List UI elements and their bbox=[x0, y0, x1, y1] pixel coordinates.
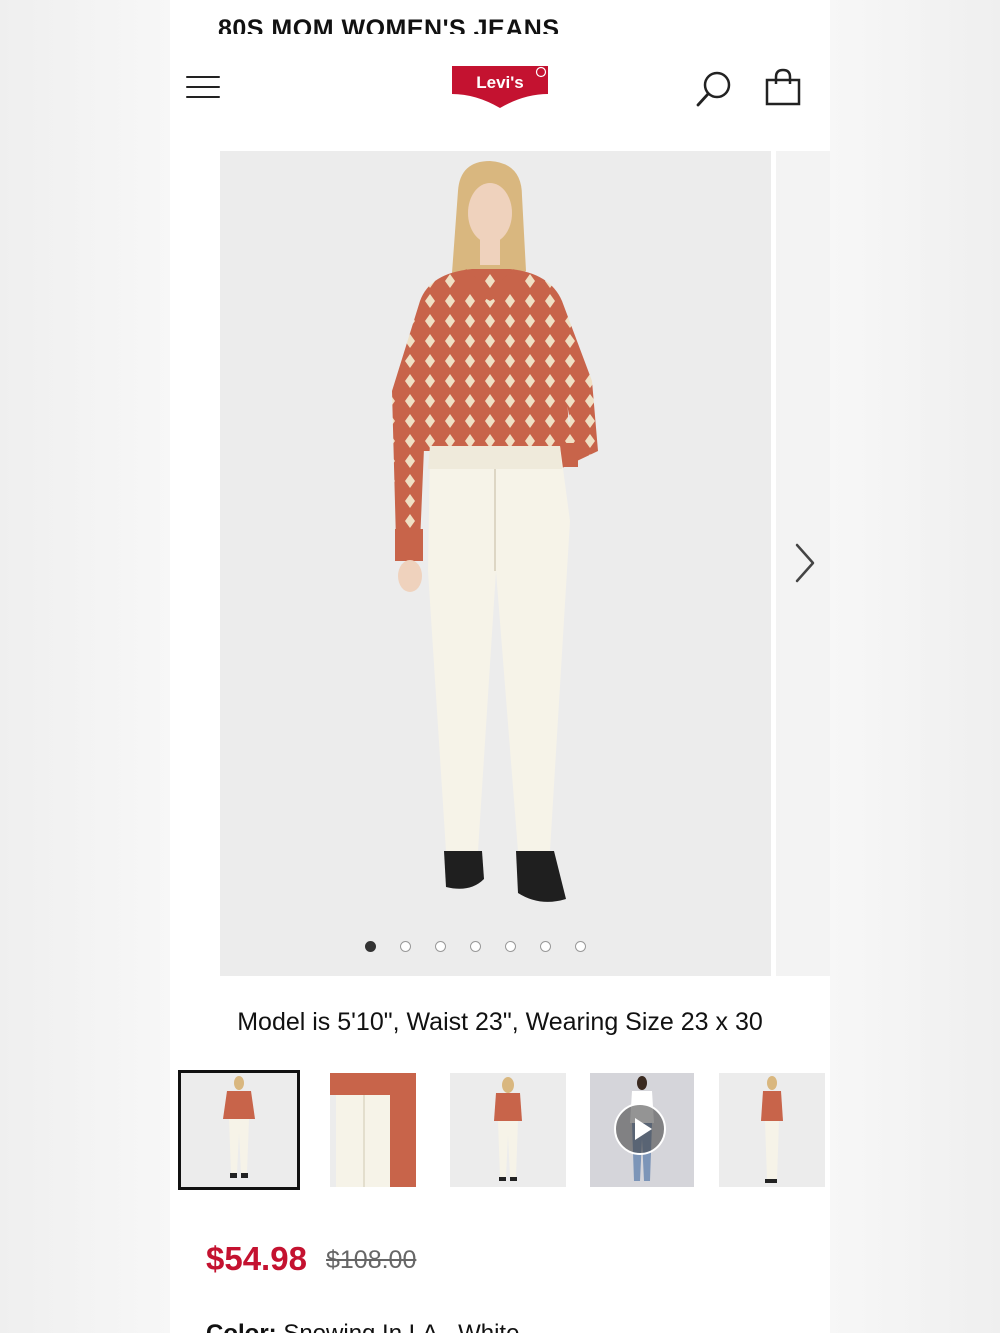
carousel-dot[interactable] bbox=[505, 941, 516, 952]
product-image-main[interactable] bbox=[220, 151, 771, 976]
thumbnail-detail[interactable] bbox=[330, 1073, 416, 1187]
site-header: Levi's bbox=[170, 54, 830, 124]
carousel-dot[interactable] bbox=[540, 941, 551, 952]
shopping-bag-icon[interactable] bbox=[764, 67, 804, 107]
thumbnail-back[interactable] bbox=[450, 1073, 566, 1187]
carousel-dot[interactable] bbox=[575, 941, 586, 952]
hamburger-menu-icon[interactable] bbox=[186, 74, 222, 100]
play-video-icon[interactable] bbox=[614, 1103, 666, 1155]
color-selection: Color: Snowing In LA - White bbox=[206, 1320, 519, 1333]
color-value: Snowing In LA - White bbox=[283, 1320, 519, 1333]
background-blur-left bbox=[0, 0, 170, 1333]
carousel-pagination bbox=[365, 941, 586, 957]
search-icon[interactable] bbox=[694, 69, 734, 109]
product-page: 80S MOM WOMEN'S JEANS Levi's Model is 5'… bbox=[170, 0, 830, 1333]
thumbnail-side[interactable] bbox=[719, 1073, 825, 1187]
carousel-dot[interactable] bbox=[470, 941, 481, 952]
sale-price: $54.98 bbox=[206, 1240, 307, 1277]
carousel-dot[interactable] bbox=[365, 941, 376, 952]
original-price: $108.00 bbox=[326, 1246, 417, 1274]
thumbnail-video[interactable] bbox=[590, 1073, 694, 1187]
levis-logo[interactable]: Levi's bbox=[450, 64, 550, 110]
carousel-dot[interactable] bbox=[400, 941, 411, 952]
svg-text:Levi's: Levi's bbox=[476, 73, 524, 92]
color-label: Color: bbox=[206, 1320, 277, 1333]
page-title: 80S MOM WOMEN'S JEANS bbox=[218, 15, 560, 34]
model-size-info: Model is 5'10", Waist 23", Wearing Size … bbox=[237, 1008, 763, 1036]
thumbnail-front[interactable] bbox=[178, 1070, 300, 1190]
carousel-dot[interactable] bbox=[435, 941, 446, 952]
model-photo bbox=[220, 151, 771, 976]
chevron-right-icon[interactable] bbox=[790, 541, 818, 585]
background-blur-right bbox=[830, 0, 1000, 1333]
